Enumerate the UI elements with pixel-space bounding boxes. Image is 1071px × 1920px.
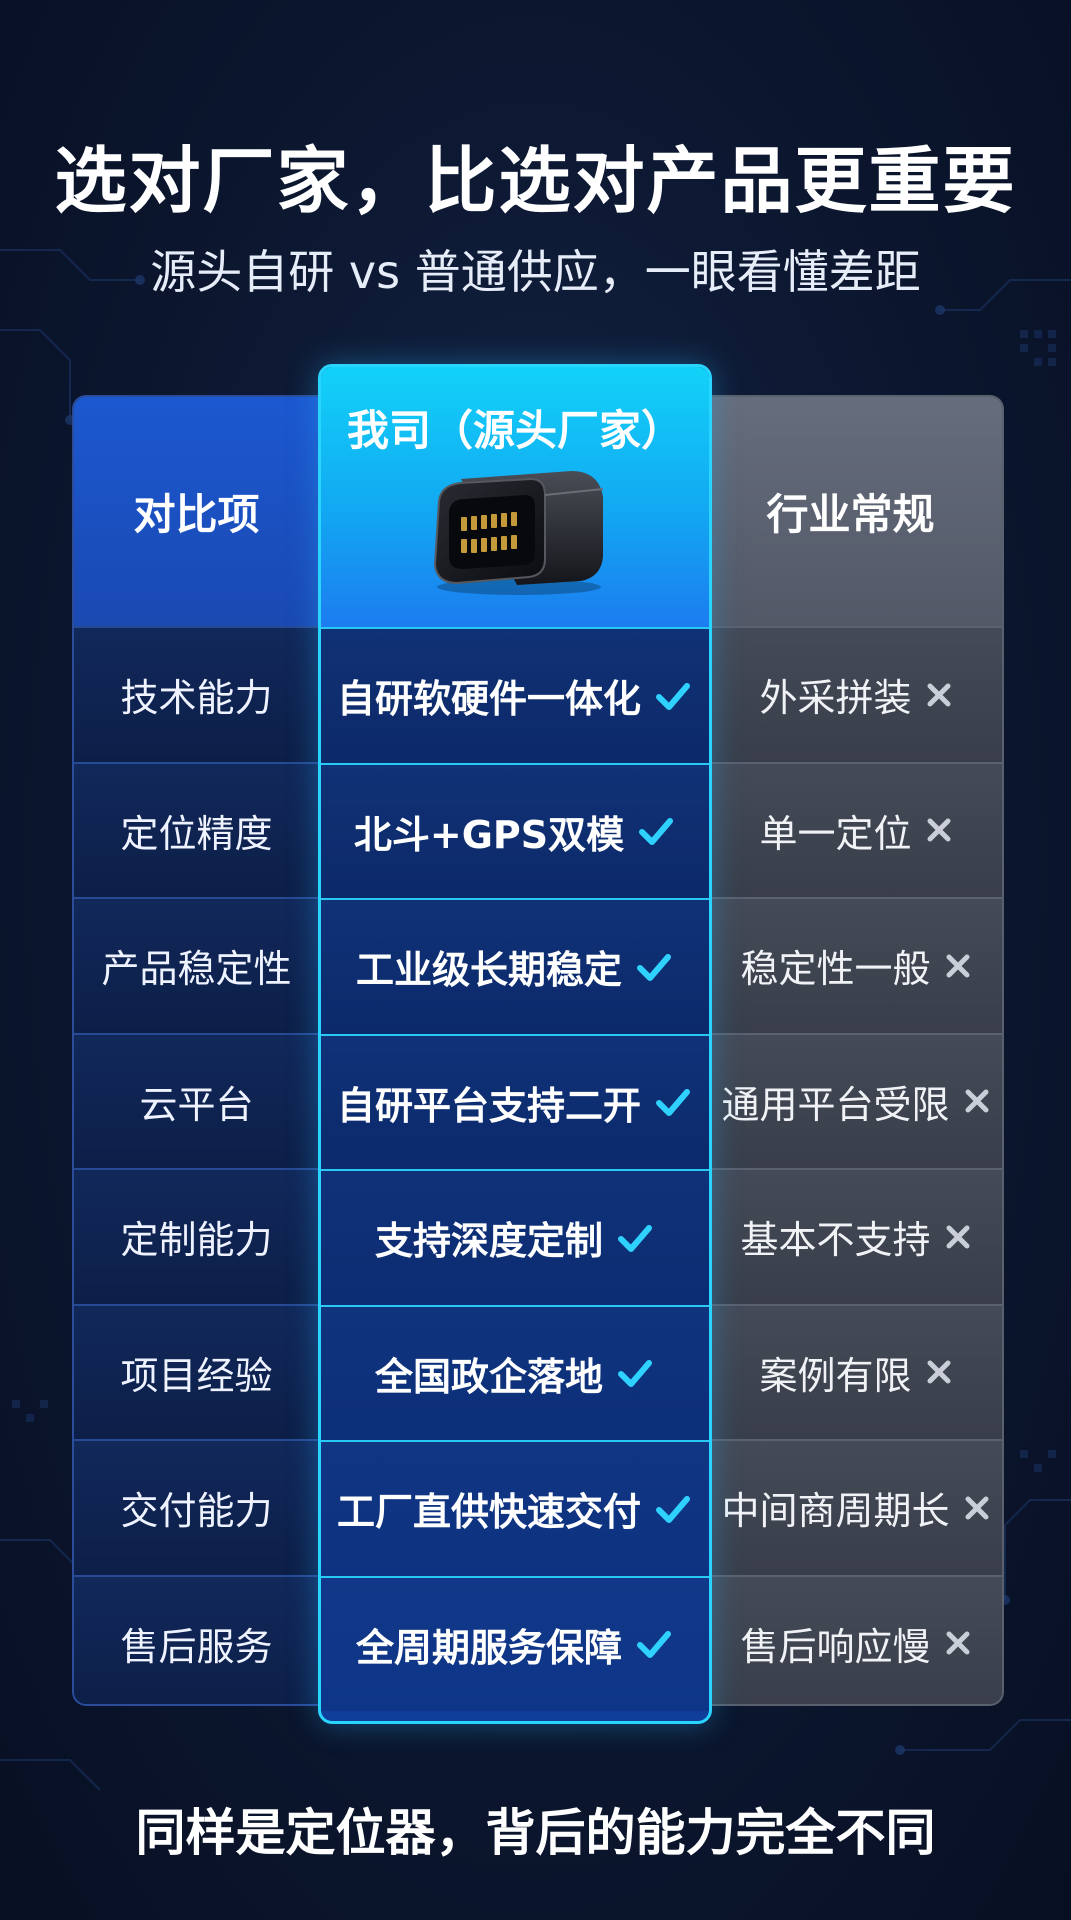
- check-icon: [618, 1360, 652, 1388]
- ours-cell: 自研软硬件一体化: [321, 627, 709, 763]
- industry-cell-text: 售后响应慢: [740, 1624, 931, 1669]
- ours-cell-text: 工业级长期稳定: [355, 948, 622, 993]
- industry-cell-text: 基本不支持: [740, 1218, 931, 1263]
- cross-icon: [965, 1089, 988, 1113]
- item-cell: 定位精度: [74, 761, 319, 897]
- page-subtitle: 源头自研 vs 普通供应，一眼看懂差距: [150, 245, 921, 299]
- cross-icon: [946, 1631, 969, 1655]
- ours-column-header: 我司（源头厂家）: [321, 367, 709, 627]
- industry-cell: 中间商周期长: [711, 1439, 1002, 1575]
- cross-icon: [946, 1225, 969, 1249]
- cross-icon: [946, 954, 969, 978]
- industry-cell: 案例有限: [711, 1303, 1002, 1439]
- item-cell: 定制能力: [74, 1168, 319, 1304]
- ours-cell-text: 支持深度定制: [374, 1219, 603, 1264]
- ours-cell: 工厂直供快速交付: [321, 1440, 709, 1576]
- ours-cell: 工业级长期稳定: [321, 898, 709, 1034]
- industry-column-header: 行业常规: [711, 397, 1002, 626]
- page-title: 选对厂家，比选对产品更重要: [54, 139, 1017, 223]
- item-cell: 项目经验: [74, 1303, 319, 1439]
- check-icon: [637, 1631, 671, 1659]
- check-icon: [656, 682, 690, 710]
- ours-column-title: 我司（源头厂家）: [346, 406, 683, 455]
- item-cell: 售后服务: [74, 1574, 319, 1704]
- industry-column: 行业常规 外采拼装 单一定位 稳定性一般 通用平台受限 基本不支持 案例有限 中…: [711, 395, 1004, 1706]
- item-cell: 技术能力: [74, 626, 319, 762]
- industry-cell-text: 单一定位: [759, 811, 912, 856]
- cross-icon: [927, 683, 950, 707]
- industry-cell: 售后响应慢: [711, 1574, 1002, 1704]
- item-column-header: 对比项: [74, 397, 319, 626]
- industry-cell-text: 外采拼装: [759, 676, 912, 721]
- check-icon: [639, 818, 674, 846]
- obd-device-icon: [433, 471, 604, 595]
- cross-icon: [965, 1496, 988, 1520]
- industry-cell-text: 中间商周期长: [721, 1489, 950, 1534]
- ours-cell-text: 自研软硬件一体化: [336, 677, 641, 722]
- ours-cell-text: 工厂直供快速交付: [336, 1490, 641, 1535]
- ours-cell-text: 全周期服务保障: [355, 1625, 622, 1670]
- item-cell: 云平台: [74, 1032, 319, 1168]
- ours-cell-text: 自研平台支持二开: [336, 1083, 641, 1128]
- industry-cell-text: 案例有限: [759, 1353, 912, 1398]
- industry-cell: 通用平台受限: [711, 1032, 1002, 1168]
- check-icon: [637, 953, 671, 981]
- industry-cell: 基本不支持: [711, 1168, 1002, 1304]
- ours-cell: 全周期服务保障: [321, 1575, 709, 1711]
- check-icon: [656, 1089, 690, 1117]
- ours-cell-text: 全国政企落地: [374, 1354, 603, 1399]
- industry-cell-text: 通用平台受限: [721, 1082, 950, 1127]
- ours-column: 我司（源头厂家） 自研软硬件一体化 北斗+GPS双模 工业级长期稳定 自研平台支…: [318, 364, 712, 1724]
- item-cell: 产品稳定性: [74, 897, 319, 1033]
- check-icon: [618, 1224, 652, 1252]
- industry-cell: 外采拼装: [711, 626, 1002, 762]
- ours-cell-text: 北斗+GPS双模: [353, 812, 625, 857]
- check-icon: [656, 1495, 690, 1523]
- industry-cell-text: 稳定性一般: [740, 947, 931, 992]
- cross-icon: [927, 1360, 950, 1384]
- ours-cell: 全国政企落地: [321, 1304, 709, 1440]
- item-column: 对比项 技术能力 定位精度 产品稳定性 云平台 定制能力 项目经验 交付能力 售…: [72, 395, 319, 1706]
- industry-cell: 稳定性一般: [711, 897, 1002, 1033]
- item-cell: 交付能力: [74, 1439, 319, 1575]
- cross-icon: [927, 818, 950, 842]
- ours-cell: 北斗+GPS双模: [321, 762, 709, 898]
- ours-cell: 支持深度定制: [321, 1169, 709, 1305]
- industry-cell: 单一定位: [711, 761, 1002, 897]
- ours-cell: 自研平台支持二开: [321, 1033, 709, 1169]
- footer-slogan: 同样是定位器，背后的能力完全不同: [135, 1804, 936, 1862]
